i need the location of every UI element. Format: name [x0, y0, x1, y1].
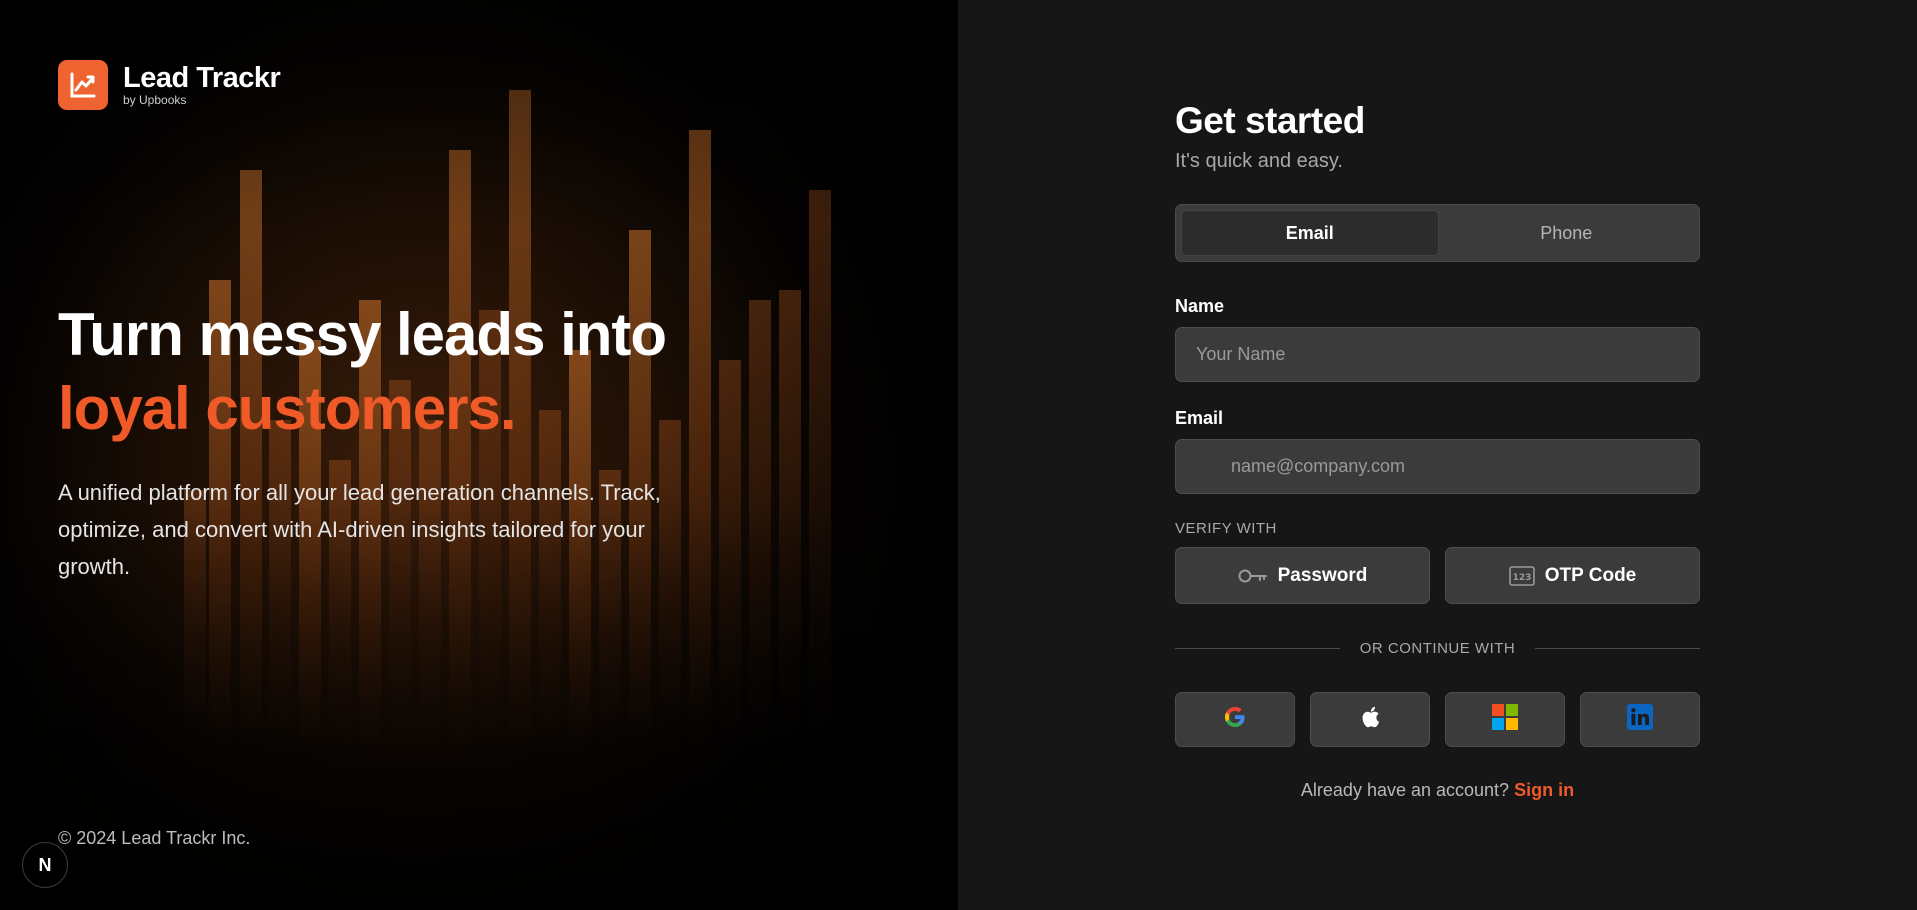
apple-login-button[interactable] — [1310, 692, 1430, 747]
email-input[interactable] — [1231, 456, 1679, 477]
google-icon — [1223, 705, 1247, 734]
trending-chart-icon — [58, 60, 108, 110]
linkedin-icon — [1627, 704, 1653, 735]
verify-options: Password 123 OTP Code — [1175, 547, 1700, 604]
linkedin-login-button[interactable] — [1580, 692, 1700, 747]
svg-text:123: 123 — [1512, 573, 1531, 583]
signup-panel: Get started It's quick and easy. Email P… — [958, 0, 1917, 910]
hero-panel: Lead Trackr by Upbooks Turn messy leads … — [0, 0, 958, 910]
otp-123-icon: 123 — [1508, 565, 1535, 586]
tab-email[interactable]: Email — [1181, 210, 1439, 256]
n-badge-icon[interactable]: N — [22, 842, 68, 888]
page-subtitle: It's quick and easy. — [1175, 150, 1343, 172]
copyright: © 2024 Lead Trackr Inc. — [58, 828, 251, 848]
divider: OR CONTINUE WITH — [1175, 640, 1700, 657]
hero-description: A unified platform for all your lead gen… — [58, 480, 661, 579]
otp-label: OTP Code — [1544, 564, 1637, 586]
apple-icon — [1360, 706, 1380, 733]
microsoft-login-button[interactable] — [1445, 692, 1565, 747]
signup-form: Get started It's quick and easy. Email P… — [1175, 98, 1700, 801]
otp-button[interactable]: 123 OTP Code — [1445, 547, 1700, 604]
verify-label: VERIFY WITH — [1175, 520, 1277, 537]
email-label: Email — [1175, 408, 1224, 428]
page-title: Get started — [1175, 100, 1365, 141]
brand-logo[interactable]: Lead Trackr by Upbooks — [58, 60, 281, 110]
brand-subtitle: by Upbooks — [123, 93, 187, 107]
brand-name: Lead Trackr — [123, 62, 281, 94]
password-button[interactable]: Password — [1175, 547, 1430, 604]
method-toggle: Email Phone — [1175, 204, 1700, 262]
microsoft-icon — [1492, 704, 1518, 735]
name-field-wrapper — [1175, 327, 1700, 382]
social-login-row — [1175, 692, 1700, 747]
tab-phone[interactable]: Phone — [1439, 210, 1695, 256]
google-login-button[interactable] — [1175, 692, 1295, 747]
name-input[interactable] — [1196, 344, 1679, 365]
name-label: Name — [1175, 296, 1225, 316]
key-icon — [1238, 568, 1268, 584]
signin-link[interactable]: Sign in — [1514, 780, 1574, 800]
hero-headline: Turn messy leads into loyal customers. — [58, 301, 667, 442]
email-field-wrapper — [1175, 439, 1700, 494]
password-label: Password — [1277, 564, 1368, 586]
signin-prompt: Already have an account? Sign in — [1300, 780, 1575, 800]
